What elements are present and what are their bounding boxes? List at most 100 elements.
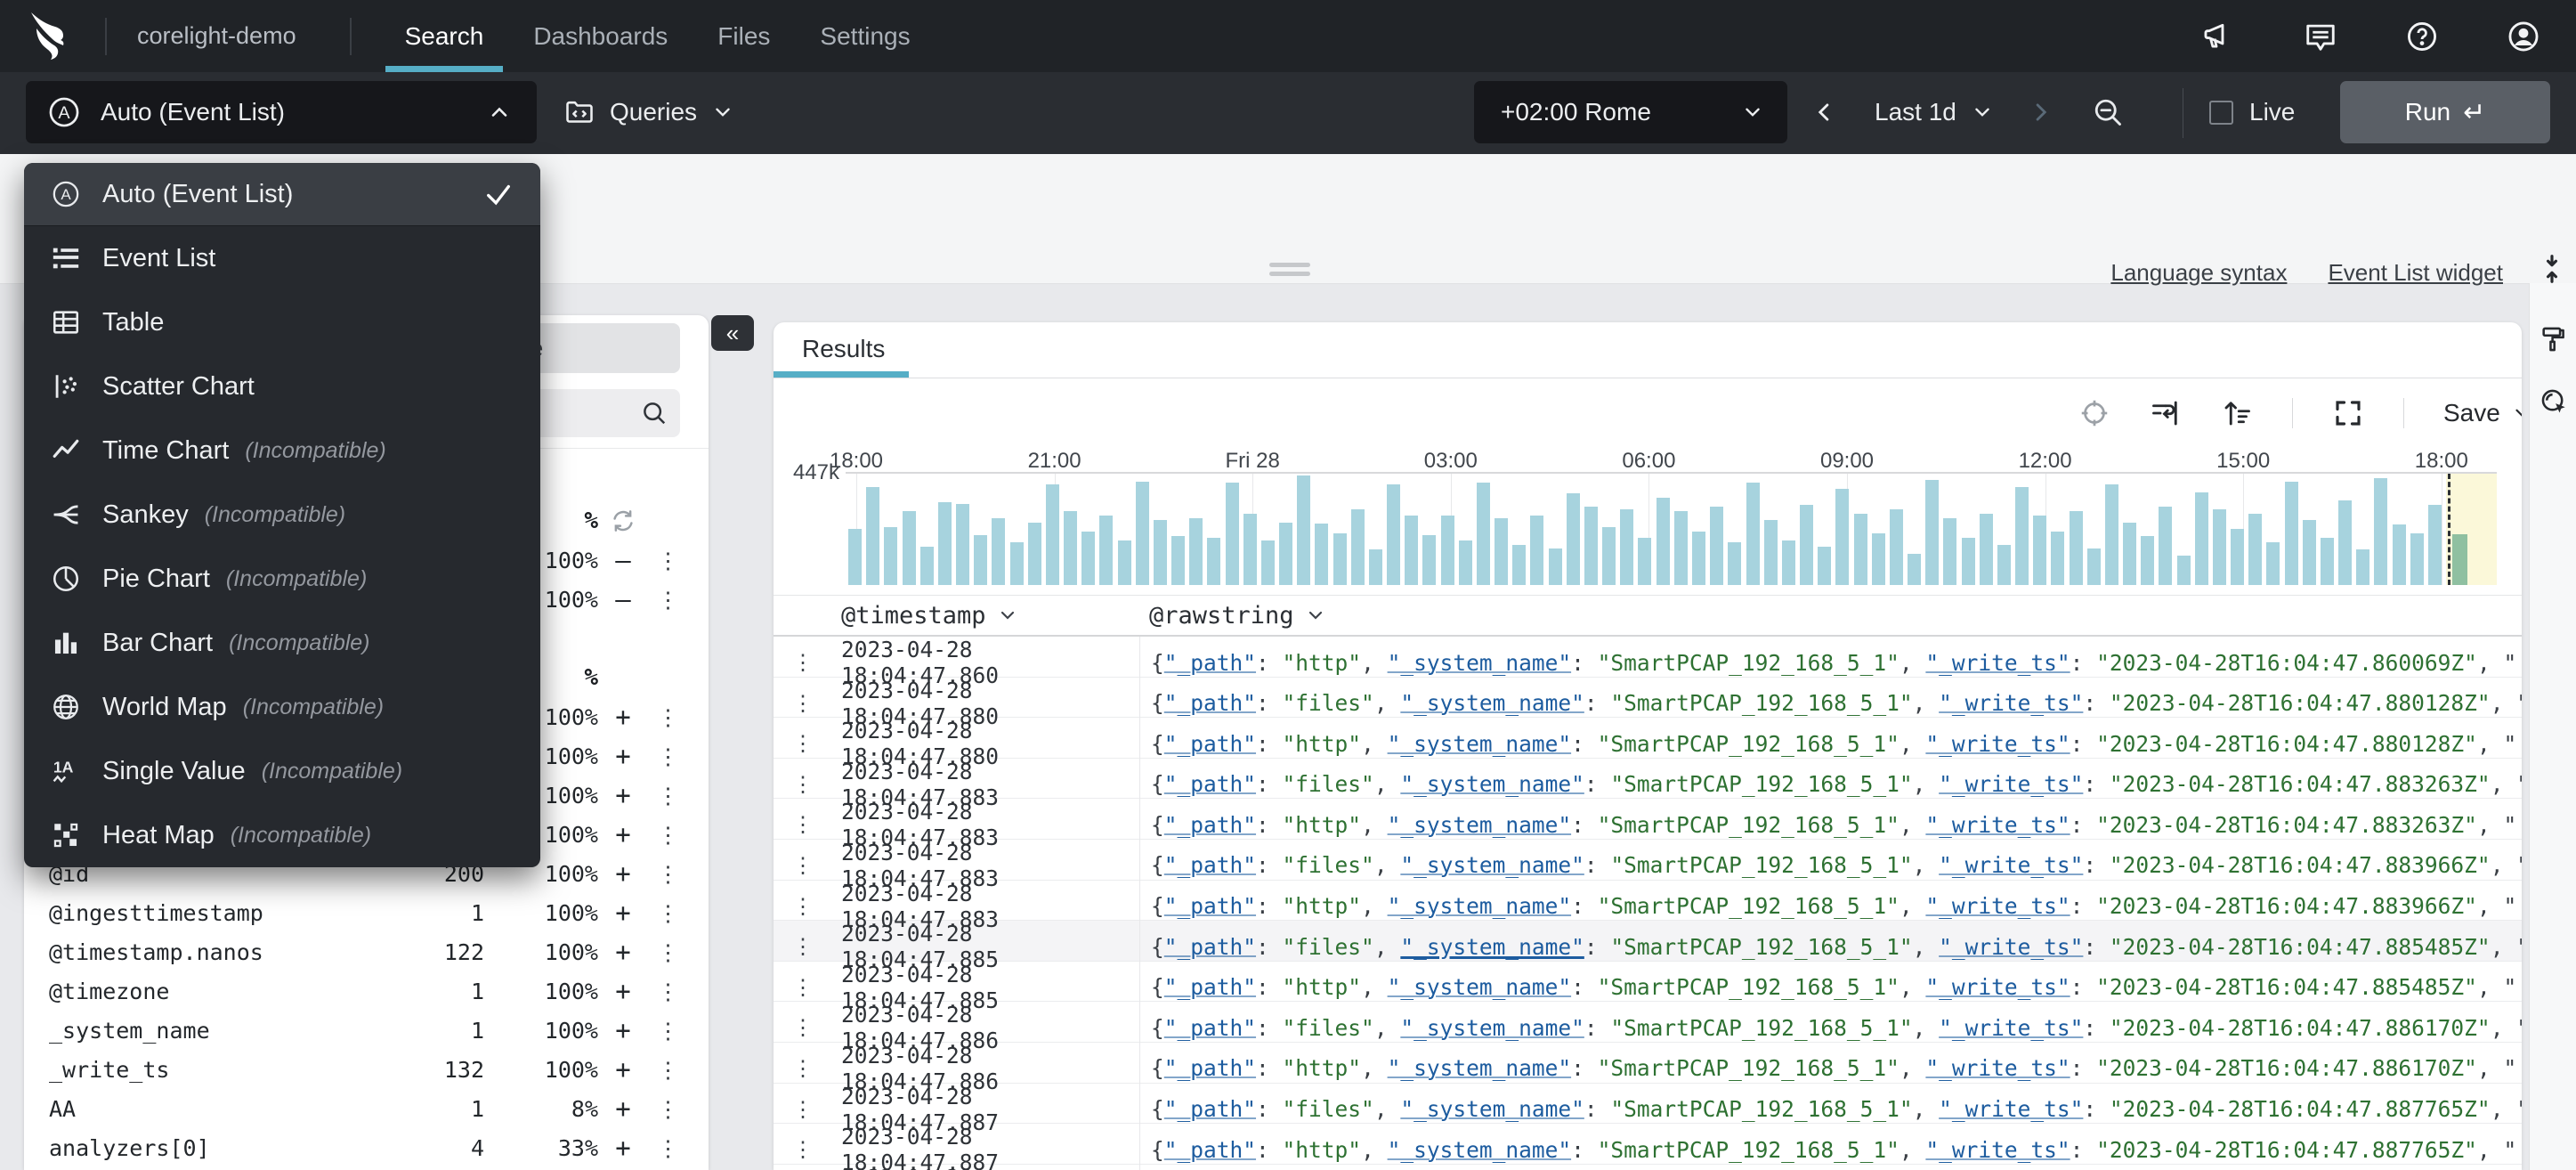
row-menu-kebab[interactable]: ⋮: [774, 772, 832, 797]
field-menu-kebab[interactable]: ⋮: [648, 1135, 687, 1161]
json-key[interactable]: "_path": [1164, 974, 1256, 1000]
add-field-button[interactable]: +: [598, 898, 648, 928]
user-avatar[interactable]: [2507, 20, 2540, 53]
json-key[interactable]: "_write_ts": [1925, 893, 2070, 919]
row-menu-kebab[interactable]: ⋮: [774, 934, 832, 959]
column-header-rawstring[interactable]: @rawstring: [1140, 602, 2522, 630]
field-menu-kebab[interactable]: ⋮: [648, 979, 687, 1004]
row-menu-kebab[interactable]: ⋮: [774, 853, 832, 878]
add-field-button[interactable]: +: [598, 976, 648, 1006]
add-field-button[interactable]: +: [598, 1054, 648, 1085]
field-menu-kebab[interactable]: ⋮: [648, 900, 687, 926]
tab-results[interactable]: Results: [802, 335, 885, 363]
viz-option-auto-event-list[interactable]: A Auto (Event List): [24, 163, 540, 226]
table-row[interactable]: ⋮ 2023-04-28 18:04:47.883 {"_path": "files…: [774, 839, 2522, 891]
corelight-logo[interactable]: [23, 11, 78, 62]
table-row[interactable]: ⋮ 2023-04-28 18:04:47.885 {"_path": "files…: [774, 921, 2522, 973]
json-key[interactable]: "_path": [1164, 650, 1256, 676]
column-header-timestamp[interactable]: @timestamp: [832, 602, 1140, 630]
timezone-select[interactable]: +02:00 Rome: [1474, 81, 1787, 143]
field-menu-kebab[interactable]: ⋮: [648, 704, 687, 730]
field-menu-kebab[interactable]: ⋮: [648, 861, 687, 887]
table-row[interactable]: ⋮ 2023-04-28 18:04:47.883 {"_path": "http"…: [774, 880, 2522, 932]
styling-brush-icon[interactable]: [2539, 324, 2569, 354]
queries-button[interactable]: Queries: [563, 81, 734, 143]
table-row[interactable]: ⋮2023-04-28 18:04:47.888{"_path": "files…: [774, 1164, 2522, 1170]
field-menu-kebab[interactable]: ⋮: [648, 548, 687, 573]
json-key[interactable]: "_system_name": [1400, 1015, 1584, 1041]
json-key[interactable]: "_system_name": [1388, 650, 1572, 676]
table-row[interactable]: ⋮ 2023-04-28 18:04:47.887 {"_path": "http"…: [774, 1124, 2522, 1170]
table-row[interactable]: ⋮ 2023-04-28 18:04:47.887 {"_path": "files…: [774, 1083, 2522, 1135]
json-key[interactable]: "_system_name": [1388, 893, 1572, 919]
json-key[interactable]: "_system_name": [1388, 812, 1572, 838]
live-toggle[interactable]: Live: [2209, 81, 2295, 143]
json-key[interactable]: "_write_ts": [1939, 771, 2083, 797]
json-key[interactable]: "_path": [1164, 893, 1256, 919]
json-key[interactable]: "_system_name": [1388, 1137, 1572, 1163]
json-key[interactable]: "_system_name": [1388, 974, 1572, 1000]
table-row[interactable]: ⋮ 2023-04-28 18:04:47.860 {"_path": "http"…: [774, 637, 2522, 688]
field-menu-kebab[interactable]: ⋮: [648, 1096, 687, 1122]
field-menu-kebab[interactable]: ⋮: [648, 1057, 687, 1083]
row-menu-kebab[interactable]: ⋮: [774, 691, 832, 716]
wrap-lines-icon[interactable]: [2150, 397, 2182, 429]
feedback-icon[interactable]: [2304, 20, 2337, 53]
save-button[interactable]: Save: [2443, 397, 2522, 429]
remove-field-button[interactable]: —: [598, 545, 648, 575]
json-key[interactable]: "_write_ts": [1925, 1055, 2070, 1081]
field-menu-kebab[interactable]: ⋮: [648, 1018, 687, 1044]
add-field-button[interactable]: +: [598, 1015, 648, 1045]
nav-tab-settings[interactable]: Settings: [795, 0, 935, 72]
viz-option-event-list[interactable]: Event List: [24, 226, 540, 290]
json-key[interactable]: "_path": [1164, 1055, 1256, 1081]
json-key[interactable]: "_write_ts": [1939, 852, 2083, 878]
announcements-icon[interactable]: [2202, 20, 2236, 53]
sort-ascending-icon[interactable]: [2221, 397, 2253, 429]
add-field-button[interactable]: +: [598, 702, 648, 732]
field-menu-kebab[interactable]: ⋮: [648, 822, 687, 848]
row-menu-kebab[interactable]: ⋮: [774, 1056, 832, 1081]
event-list-widget-link[interactable]: Event List widget: [2328, 259, 2503, 287]
add-field-button[interactable]: +: [598, 937, 648, 967]
viz-option-single-value[interactable]: 1A Single Value (Incompatible): [24, 739, 540, 803]
nav-tab-files[interactable]: Files: [693, 0, 795, 72]
workspace-name[interactable]: corelight-demo: [137, 22, 296, 50]
json-key[interactable]: "_write_ts": [1925, 974, 2070, 1000]
add-field-button[interactable]: +: [598, 741, 648, 771]
json-key[interactable]: "_path": [1164, 934, 1256, 960]
collapse-editor-icon[interactable]: [2535, 251, 2569, 287]
table-row[interactable]: ⋮ 2023-04-28 18:04:47.880 {"_path": "http"…: [774, 718, 2522, 770]
json-key[interactable]: "_path": [1164, 731, 1256, 757]
help-icon[interactable]: [2405, 20, 2439, 53]
add-field-button[interactable]: +: [598, 1093, 648, 1124]
json-key[interactable]: "_path": [1164, 812, 1256, 838]
refresh-fields-icon[interactable]: [598, 508, 648, 534]
row-menu-kebab[interactable]: ⋮: [774, 894, 832, 919]
add-field-button[interactable]: +: [598, 819, 648, 849]
editor-resize-handle[interactable]: [1269, 263, 1310, 280]
table-row[interactable]: ⋮ 2023-04-28 18:04:47.886 {"_path": "files…: [774, 1002, 2522, 1054]
table-row[interactable]: ⋮ 2023-04-28 18:04:47.886 {"_path": "http"…: [774, 1042, 2522, 1094]
viz-option-sankey[interactable]: Sankey (Incompatible): [24, 483, 540, 547]
fullscreen-icon[interactable]: [2332, 397, 2364, 429]
nav-tab-search[interactable]: Search: [380, 0, 509, 72]
viz-option-scatter-chart[interactable]: Scatter Chart: [24, 354, 540, 418]
json-key[interactable]: "_system_name": [1400, 852, 1584, 878]
json-key[interactable]: "_path": [1164, 690, 1256, 716]
json-key[interactable]: "_system_name": [1388, 731, 1572, 757]
time-range-select[interactable]: Last 1d: [1869, 81, 1999, 143]
visualization-select[interactable]: A Auto (Event List): [26, 81, 537, 143]
json-key[interactable]: "_write_ts": [1925, 650, 2070, 676]
json-key[interactable]: "_write_ts": [1939, 934, 2083, 960]
remove-field-button[interactable]: —: [598, 584, 648, 614]
table-row[interactable]: ⋮ 2023-04-28 18:04:47.883 {"_path": "http"…: [774, 799, 2522, 851]
table-row[interactable]: ⋮ 2023-04-28 18:04:47.880 {"_path": "files…: [774, 677, 2522, 729]
language-syntax-link[interactable]: Language syntax: [2110, 259, 2287, 287]
table-row[interactable]: ⋮ 2023-04-28 18:04:47.885 {"_path": "http"…: [774, 961, 2522, 1013]
add-field-button[interactable]: +: [598, 1133, 648, 1163]
json-key[interactable]: "_path": [1164, 1096, 1256, 1122]
row-menu-kebab[interactable]: ⋮: [774, 650, 832, 675]
json-key[interactable]: "_path": [1164, 1137, 1256, 1163]
interactions-icon[interactable]: [2539, 386, 2569, 417]
